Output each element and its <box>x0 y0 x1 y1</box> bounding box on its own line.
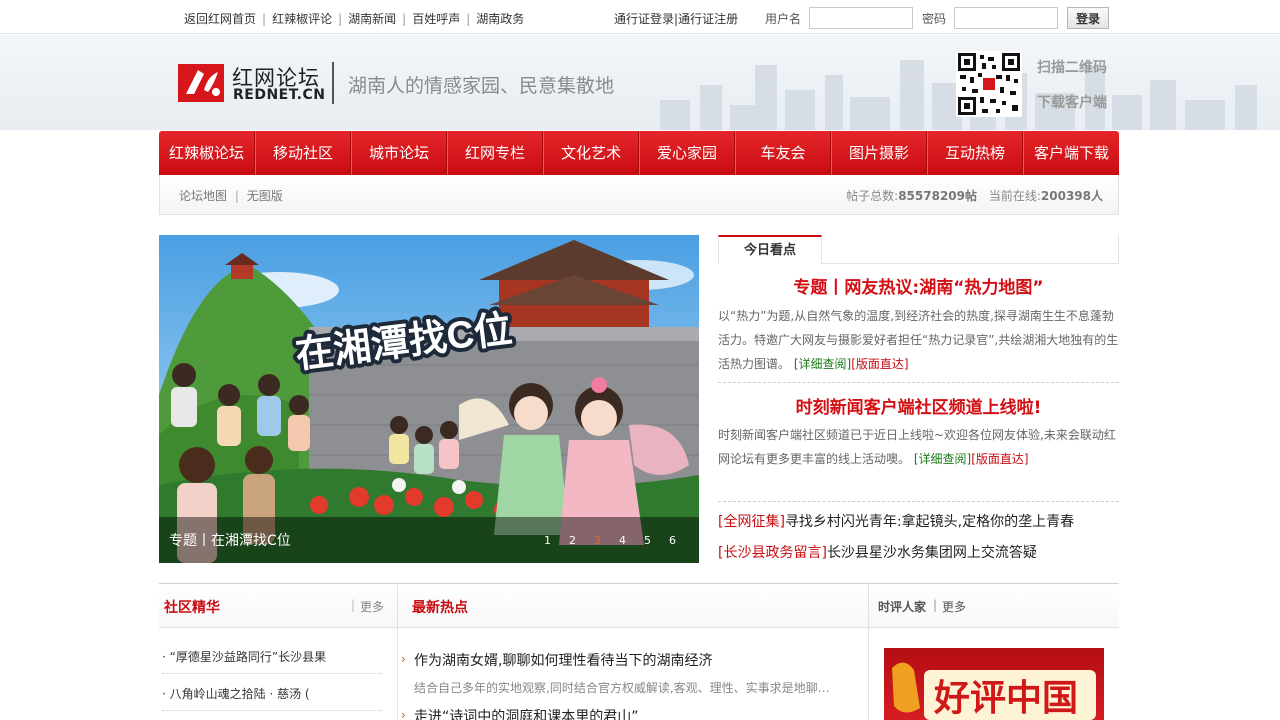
community-more-link[interactable]: 更多 <box>360 598 384 615</box>
nav-item-hot-rank[interactable]: 互动热榜 <box>927 131 1023 175</box>
detail-link-2[interactable]: [详细查阅] <box>914 452 971 466</box>
passport-register-link[interactable]: 通行证注册 <box>678 12 738 26</box>
list-item[interactable]: · 八角岭山魂之拾陆 · 慈汤 ( <box>162 685 382 702</box>
slider-image[interactable]: 在湘潭找C位 在湘潭找C位 <box>159 235 699 563</box>
highlight-title-1[interactable]: 专题丨网友热议:湖南“热力地图” <box>718 273 1119 298</box>
promo-graphic: 好评中国 <box>892 662 1096 720</box>
username-input[interactable] <box>809 7 913 29</box>
top-bar: 返回红网首页 | 红辣椒评论 | 湖南新闻 | 百姓呼声 | 湖南政务 通行证登录|通行证注册 … <box>0 0 1280 34</box>
username-label: 用户名 <box>765 12 802 26</box>
tab-today-highlights[interactable]: 今日看点 <box>718 235 822 264</box>
nav-item-city-forum[interactable]: 城市论坛 <box>351 131 447 175</box>
sub-bar: 论坛地图 | 无图版 帖子总数:85578209帖 当前在线:200398人 <box>159 175 1119 215</box>
hot-item-title[interactable]: 作为湖南女婿,聊聊如何理性看待当下的湖南经济 <box>414 650 712 670</box>
chevron-right-icon: › <box>401 708 406 720</box>
posts-count: 85578209帖 <box>898 189 978 203</box>
nav-item-photography[interactable]: 图片摄影 <box>831 131 927 175</box>
community-essence-title: 社区精华 <box>164 600 220 616</box>
promo-text: 好评中国 <box>933 678 1078 719</box>
list-item[interactable]: · “厚德星沙益路同行”长沙县果 <box>162 648 382 665</box>
top-links: 返回红网首页 | 红辣椒评论 | 湖南新闻 | 百姓呼声 | 湖南政务 <box>178 10 530 27</box>
slider-dot[interactable]: 1 <box>535 534 560 547</box>
today-highlights: 今日看点 专题丨网友热议:湖南“热力地图” 以“热力”为题,从自然气象的温度,到… <box>718 235 1119 580</box>
login-button[interactable]: 登录 <box>1067 7 1109 29</box>
online-count: 200398人 <box>1040 189 1103 203</box>
commentary-panel: 时评人家 | 更多 好评中国 <box>869 583 1119 720</box>
header-slogan: 湖南人的情感家园、民意集散地 <box>348 75 615 97</box>
nav-item-culture-art[interactable]: 文化艺术 <box>543 131 639 175</box>
online-label: 当前在线: <box>988 189 1041 203</box>
sub-links: 论坛地图 | 无图版 <box>179 189 283 203</box>
no-image-link[interactable]: 无图版 <box>247 189 283 203</box>
commentary-more-link[interactable]: 更多 <box>942 598 966 615</box>
latest-hot-title: 最新热点 <box>412 600 468 616</box>
highlight-text-2: 时刻新闻客户端社区频道已于近日上线啦~欢迎各位网友体验,未来会联动红网论坛有更多… <box>718 423 1119 471</box>
qr-code-icon <box>956 51 1022 117</box>
community-essence-panel: 社区精华 | 更多 · “厚德星沙益路同行”长沙县果 · 八角岭山魂之拾陆 · … <box>159 583 397 720</box>
forum-map-link[interactable]: 论坛地图 <box>179 189 227 203</box>
top-link-hunan-news[interactable]: 湖南新闻 <box>342 12 402 26</box>
slider-dot[interactable]: 4 <box>610 534 635 547</box>
nav-item-mobile-community[interactable]: 移动社区 <box>255 131 351 175</box>
news-text: 长沙县星沙水务集团网上交流答疑 <box>826 545 1037 561</box>
nav-item-rednet-column[interactable]: 红网专栏 <box>447 131 543 175</box>
passport-links: 通行证登录|通行证注册 <box>614 12 739 26</box>
direct-link-2[interactable]: [版面直达] <box>971 452 1028 466</box>
top-link-government[interactable]: 湖南政务 <box>470 12 530 26</box>
latest-hot-panel: 最新热点 › 作为湖南女婿,聊聊如何理性看待当下的湖南经济 结合自己多年的实地观… <box>397 583 869 720</box>
hot-item-summary: 结合自己多年的实地观察,同时结合官方权威解读,客观、理性、实事求是地聊… <box>414 681 830 695</box>
slider-caption[interactable]: 专题丨在湘潭找C位 <box>169 530 291 550</box>
top-link-pepper-comment[interactable]: 红辣椒评论 <box>266 12 338 26</box>
qr-download-text[interactable]: 下载客户端 <box>1037 92 1107 112</box>
posts-label: 帖子总数: <box>846 189 899 203</box>
passport-login-link[interactable]: 通行证登录 <box>614 12 674 26</box>
promo-banner[interactable]: 好评中国 <box>884 648 1104 720</box>
commentary-title: 时评人家 <box>878 600 927 614</box>
news-item[interactable]: [全网征集]寻找乡村闪光青年:拿起镜头,定格你的垄上青春 <box>718 511 1119 531</box>
direct-link-1[interactable]: [版面直达] <box>851 357 908 371</box>
slider-dot-active[interactable]: 3 <box>585 534 610 547</box>
logo-divider <box>332 62 334 104</box>
highlight-title-2[interactable]: 时刻新闻客户端社区频道上线啦! <box>718 393 1119 418</box>
news-item[interactable]: [长沙县政务留言]长沙县星沙水务集团网上交流答疑 <box>718 542 1119 562</box>
chevron-right-icon: › <box>401 652 406 666</box>
nav-item-charity-home[interactable]: 爱心家园 <box>639 131 735 175</box>
slider-caption-bar: 专题丨在湘潭找C位 1 2 3 4 5 6 <box>159 517 699 563</box>
news-tag: [全网征集] <box>718 514 785 530</box>
news-text: 寻找乡村闪光青年:拿起镜头,定格你的垄上青春 <box>784 514 1075 530</box>
slider-dot[interactable]: 5 <box>635 534 660 547</box>
password-input[interactable] <box>954 7 1058 29</box>
nav-item-pepper-forum[interactable]: 红辣椒论坛 <box>159 131 255 175</box>
news-tag: [长沙县政务留言] <box>718 545 827 561</box>
featured-slider[interactable]: 在湘潭找C位 在湘潭找C位 专题丨在湘潭找C位 1 2 3 4 5 6 <box>159 235 699 563</box>
nav-item-car-club[interactable]: 车友会 <box>735 131 831 175</box>
slider-pagination: 1 2 3 4 5 6 <box>535 534 685 547</box>
divider <box>718 501 1119 502</box>
top-link-public-voice[interactable]: 百姓呼声 <box>406 12 466 26</box>
forum-stats: 帖子总数:85578209帖 当前在线:200398人 <box>846 187 1103 204</box>
highlight-desc-1: 以“热力”为题,从自然气象的温度,到经济社会的热度,探寻湖南生生不息蓬勃活力。特… <box>718 309 1119 371</box>
highlight-text-1: 以“热力”为题,从自然气象的温度,到经济社会的热度,探寻湖南生生不息蓬勃活力。特… <box>718 304 1119 376</box>
rednet-logo-icon[interactable] <box>178 60 228 104</box>
divider <box>718 382 1119 383</box>
hot-item-title[interactable]: 走进“诗词中的洞庭和课本里的君山” <box>414 706 639 720</box>
nav-item-client-download[interactable]: 客户端下载 <box>1023 131 1119 175</box>
main-nav: 红辣椒论坛 移动社区 城市论坛 红网专栏 文化艺术 爱心家园 车友会 图片摄影 … <box>159 131 1119 175</box>
detail-link-1[interactable]: [详细查阅] <box>794 357 851 371</box>
top-link-home[interactable]: 返回红网首页 <box>178 12 262 26</box>
slider-dot[interactable]: 2 <box>560 534 585 547</box>
qr-scan-text: 扫描二维码 <box>1037 60 1107 76</box>
site-header: 红网论坛 REDNET.CN 湖南人的情感家园、民意集散地 扫描二维码 下载客户… <box>0 35 1280 130</box>
slider-dot[interactable]: 6 <box>660 534 685 547</box>
logo-domain: REDNET.CN <box>233 87 326 103</box>
password-label: 密码 <box>922 12 947 26</box>
